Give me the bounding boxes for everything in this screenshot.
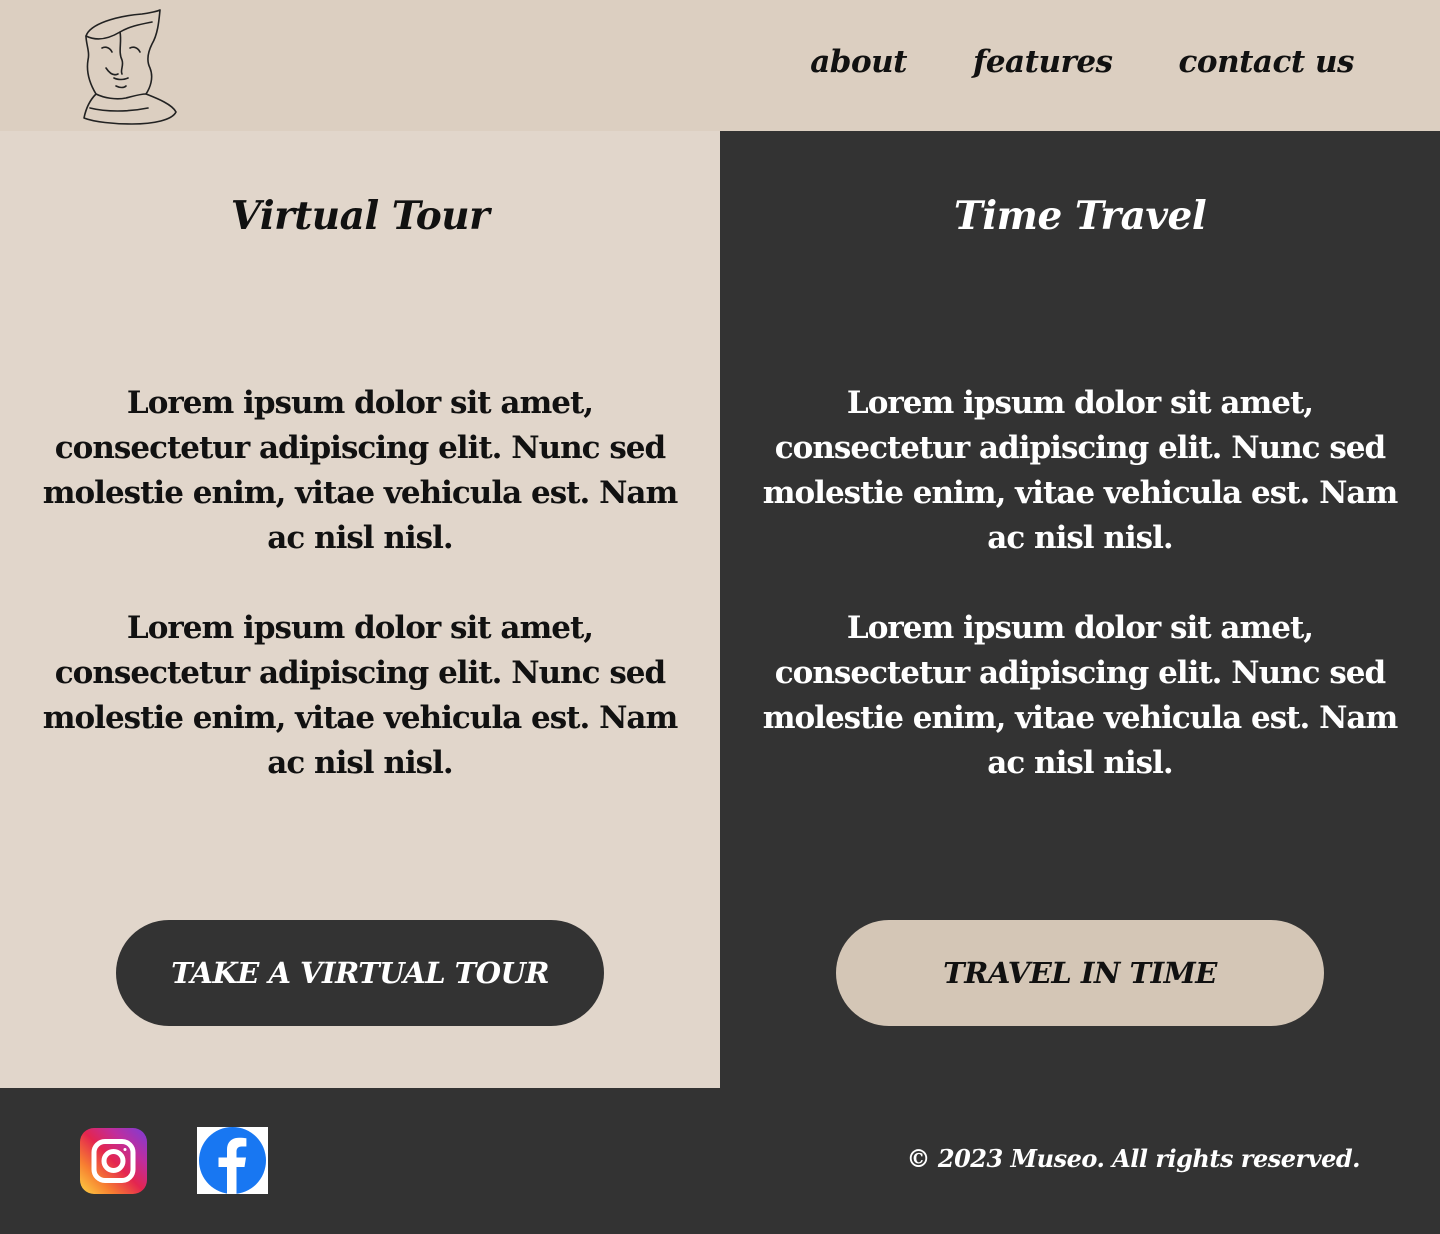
travel-in-time-button[interactable]: TRAVEL IN TIME (836, 920, 1324, 1026)
site-header: about features contact us (0, 0, 1440, 131)
virtual-tour-paragraph-2: Lorem ipsum dolor sit amet, consectetur … (42, 610, 679, 781)
take-virtual-tour-button[interactable]: TAKE A VIRTUAL TOUR (116, 920, 604, 1026)
facebook-icon[interactable] (197, 1127, 268, 1194)
site-footer: © 2023 Museo. All rights reserved. (0, 1088, 1440, 1234)
virtual-tour-paragraph-1: Lorem ipsum dolor sit amet, consectetur … (42, 385, 679, 556)
virtual-tour-panel: Virtual Tour Lorem ipsum dolor sit amet,… (0, 131, 720, 1088)
time-travel-paragraph-1: Lorem ipsum dolor sit amet, consectetur … (762, 385, 1399, 556)
time-travel-panel: Time Travel Lorem ipsum dolor sit amet, … (720, 131, 1440, 1088)
virtual-tour-title: Virtual Tour (230, 193, 490, 239)
copyright-text: © 2023 Museo. All rights reserved. (906, 1144, 1361, 1173)
instagram-icon[interactable] (80, 1128, 147, 1194)
nav-link-contact-us[interactable]: contact us (1179, 44, 1355, 80)
nav-link-features[interactable]: features (973, 44, 1113, 80)
sculpture-head-logo-icon[interactable] (76, 8, 180, 126)
time-travel-title: Time Travel (953, 193, 1207, 239)
time-travel-paragraph-2: Lorem ipsum dolor sit amet, consectetur … (762, 610, 1399, 781)
main-nav: about features contact us (810, 44, 1354, 80)
nav-link-about[interactable]: about (810, 44, 907, 80)
